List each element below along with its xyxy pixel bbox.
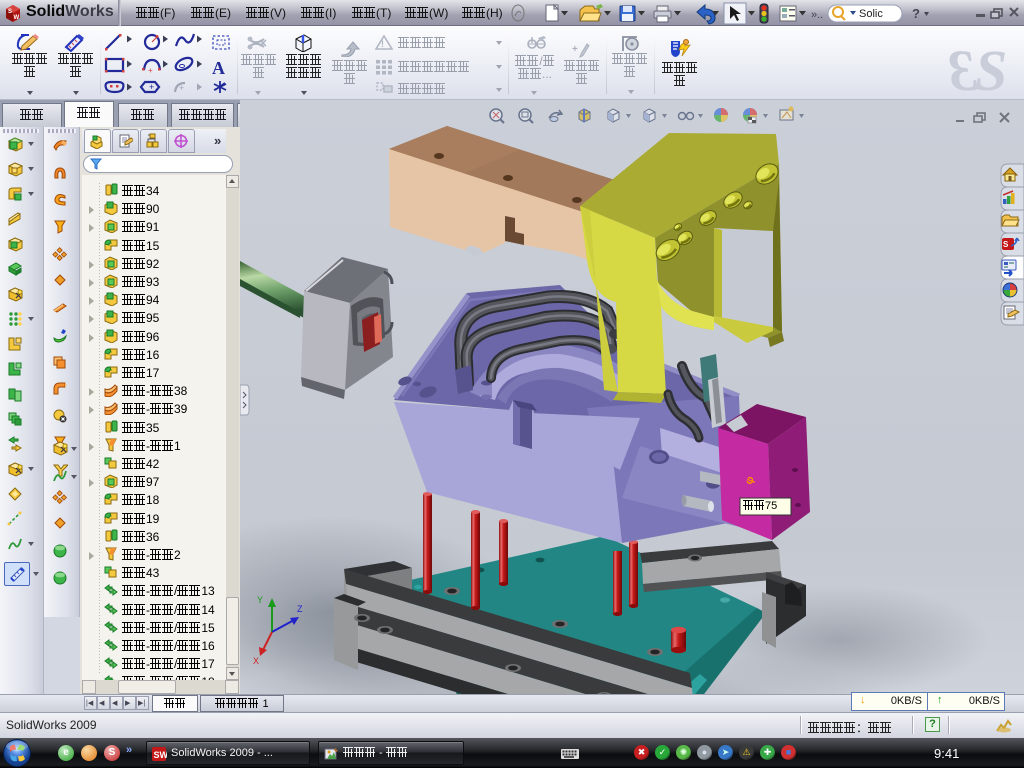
svg-text:W: W (14, 15, 20, 21)
svg-text:S: S (1003, 240, 1009, 249)
svg-text:Z: Z (297, 604, 303, 614)
svg-text:+: + (149, 82, 154, 92)
svg-text:+: + (148, 66, 153, 75)
svg-text:»..: ».. (811, 9, 823, 21)
svg-text:+: + (179, 83, 184, 93)
svg-text:X: X (253, 656, 259, 666)
svg-text:S: S (8, 9, 12, 15)
svg-text:!: ! (381, 39, 384, 49)
svg-text:Solic: Solic (859, 8, 883, 20)
svg-text:Y: Y (257, 595, 263, 605)
svg-text:S: S (975, 38, 1007, 98)
svg-text:SW: SW (154, 750, 168, 760)
svg-text:?: ? (912, 6, 920, 21)
svg-text:3: 3 (948, 38, 978, 98)
svg-text:A: A (212, 58, 225, 78)
svg-text:+: + (572, 44, 578, 55)
